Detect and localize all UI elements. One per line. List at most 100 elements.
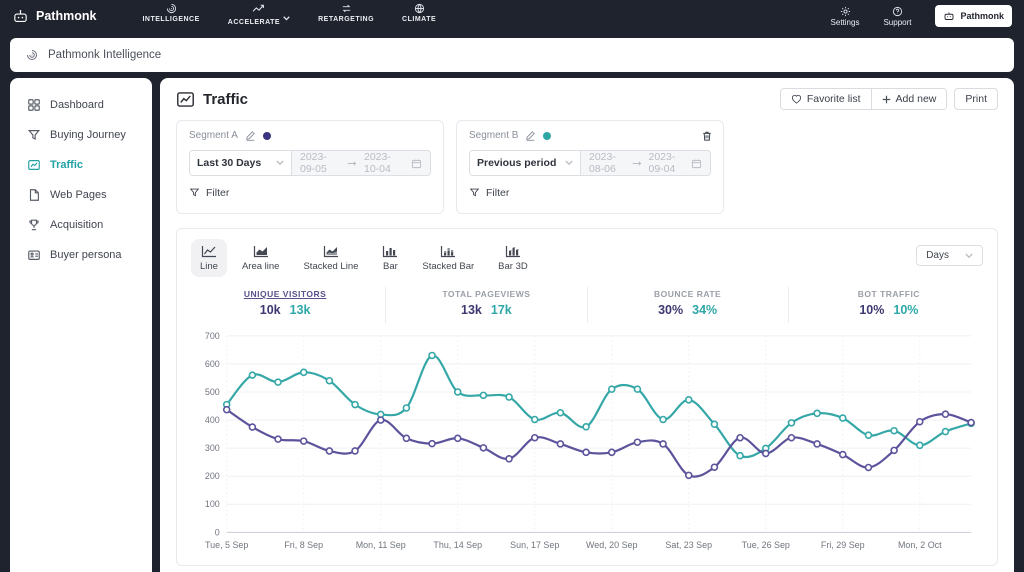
primary-nav: INTELLIGENCE ACCELERATE RETARGETING CLIM…	[142, 3, 436, 29]
globe-icon	[414, 3, 425, 14]
chevron-down-icon	[276, 160, 284, 166]
svg-text:Fri, 8 Sep: Fri, 8 Sep	[284, 540, 323, 550]
metric-value-segment-b: 34%	[692, 303, 718, 317]
sidebar-item-buyer-persona[interactable]: Buyer persona	[10, 240, 152, 270]
nav-label: CLIMATE	[402, 16, 437, 23]
heart-icon	[791, 94, 802, 104]
segment-a-period-value: Last 30 Days	[197, 157, 262, 169]
funnel-icon	[189, 187, 200, 198]
stacked-bar-icon	[440, 245, 456, 258]
id-card-icon	[27, 248, 41, 262]
interval-select-value: Days	[926, 250, 949, 261]
account-badge[interactable]: Pathmonk	[935, 5, 1012, 27]
segment-b-filter-button[interactable]: Filter	[469, 187, 509, 199]
tab-line[interactable]: Line	[191, 239, 227, 277]
segment-a-period-select[interactable]: Last 30 Days	[189, 150, 292, 176]
nav-label: ACCELERATE	[227, 19, 281, 26]
tab-bar[interactable]: Bar	[373, 239, 407, 277]
segment-a-date-range[interactable]: 2023-09-05 2023-10-04	[292, 150, 431, 176]
metric-value-segment-b: 13k	[289, 303, 311, 317]
tab-stacked-line[interactable]: Stacked Line	[294, 239, 367, 277]
tab-area-line[interactable]: Area line	[233, 239, 289, 277]
brand-name: Pathmonk	[36, 9, 97, 23]
header-button-group: Favorite list Add new	[779, 88, 948, 110]
account-badge-label: Pathmonk	[960, 11, 1004, 21]
segment-b-controls: Previous period 2023-08-06 2023-09-04	[469, 150, 711, 176]
svg-text:500: 500	[205, 387, 220, 397]
sidebar-item-dashboard[interactable]: Dashboard	[10, 90, 152, 120]
metric-label: TOTAL PAGEVIEWS	[442, 289, 531, 299]
chevron-down-icon	[565, 160, 573, 166]
metric-values: 10% 10%	[789, 303, 989, 317]
metric-label: BOT TRAFFIC	[857, 289, 920, 299]
support-label: Support	[883, 17, 912, 27]
svg-text:600: 600	[205, 359, 220, 369]
metric-label: UNIQUE VISITORS	[243, 289, 327, 299]
svg-text:700: 700	[205, 331, 220, 341]
svg-text:Sat, 23 Sep: Sat, 23 Sep	[665, 540, 712, 550]
repeat-arrows-icon	[341, 3, 352, 14]
delete-segment-button[interactable]	[701, 130, 713, 142]
metric-values: 10k 13k	[185, 303, 385, 317]
segment-a-filter-button[interactable]: Filter	[189, 187, 229, 199]
navbar-right: Settings Support Pathmonk	[831, 5, 1012, 27]
segment-b-color-dot	[543, 131, 552, 140]
add-new-label: Add new	[895, 93, 937, 105]
nav-label: INTELLIGENCE	[142, 16, 200, 23]
nav-item-intelligence[interactable]: INTELLIGENCE	[142, 3, 199, 29]
traffic-chart-icon	[27, 158, 41, 172]
metrics-row: UNIQUE VISITORS 10k 13k TOTAL PAGEVIEWS 1…	[185, 287, 989, 323]
segment-a-date-from: 2023-09-05	[300, 151, 327, 175]
arrow-right-icon	[347, 160, 357, 167]
arrow-right-icon	[632, 160, 642, 167]
segment-b-period-select[interactable]: Previous period	[469, 150, 581, 176]
trophy-icon	[27, 218, 41, 232]
svg-text:0: 0	[215, 527, 220, 537]
print-button[interactable]: Print	[954, 88, 998, 110]
robot-logo-icon	[12, 8, 29, 25]
svg-text:Mon, 2 Oct: Mon, 2 Oct	[898, 540, 942, 550]
tab-label: Stacked Line	[303, 261, 359, 272]
favorite-list-button[interactable]: Favorite list	[780, 89, 871, 109]
nav-item-retargeting[interactable]: RETARGETING	[318, 3, 374, 29]
main-panel: Traffic Favorite list Add new Print Segm…	[160, 78, 1014, 572]
sidebar-item-web-pages[interactable]: Web Pages	[10, 180, 152, 210]
sidebar-item-label: Web Pages	[50, 189, 107, 201]
bar-chart-icon	[382, 245, 398, 258]
metric-bounce-rate[interactable]: BOUNCE RATE 30% 34%	[586, 287, 788, 323]
add-new-button[interactable]: Add new	[870, 89, 947, 109]
sidebar-item-label: Acquisition	[50, 219, 104, 231]
metric-bot-traffic[interactable]: BOT TRAFFIC 10% 10%	[787, 287, 989, 323]
sidebar-item-acquisition[interactable]: Acquisition	[10, 210, 152, 240]
sidebar-item-traffic[interactable]: Traffic	[10, 150, 152, 180]
tab-bar-3d[interactable]: Bar 3D	[489, 239, 537, 277]
settings-button[interactable]: Settings	[831, 6, 859, 27]
interval-select[interactable]: Days	[916, 245, 983, 266]
intelligence-swirl-icon	[166, 3, 177, 14]
print-label: Print	[965, 93, 987, 105]
metric-total-pageviews[interactable]: TOTAL PAGEVIEWS 13k 17k	[385, 287, 586, 323]
nav-item-accelerate[interactable]: ACCELERATE	[228, 3, 290, 29]
segment-b-period-value: Previous period	[477, 157, 557, 169]
segment-b-date-from: 2023-08-06	[589, 151, 616, 175]
plus-icon	[882, 95, 891, 104]
breadcrumb-title: Pathmonk Intelligence	[48, 49, 162, 61]
line-chart-icon	[201, 245, 217, 258]
segment-b-date-range[interactable]: 2023-08-06 2023-09-04	[581, 150, 711, 176]
gear-icon	[840, 6, 851, 17]
trend-up-icon	[252, 3, 265, 14]
sidebar: Dashboard Buying Journey Traffic Web Pag…	[10, 78, 152, 572]
nav-item-climate[interactable]: CLIMATE	[402, 3, 436, 29]
sidebar-item-buying-journey[interactable]: Buying Journey	[10, 120, 152, 150]
metric-value-segment-a: 30%	[658, 303, 684, 317]
edit-pencil-icon[interactable]	[245, 130, 256, 141]
support-button[interactable]: Support	[883, 6, 911, 27]
trash-icon	[701, 130, 713, 142]
edit-pencil-icon[interactable]	[525, 130, 536, 141]
tab-stacked-bar[interactable]: Stacked Bar	[413, 239, 483, 277]
segment-a-name: Segment A	[189, 130, 238, 141]
svg-text:300: 300	[205, 443, 220, 453]
svg-text:100: 100	[205, 499, 220, 509]
brand-logo[interactable]: Pathmonk	[12, 8, 96, 25]
metric-unique-visitors[interactable]: UNIQUE VISITORS 10k 13k	[185, 287, 385, 323]
